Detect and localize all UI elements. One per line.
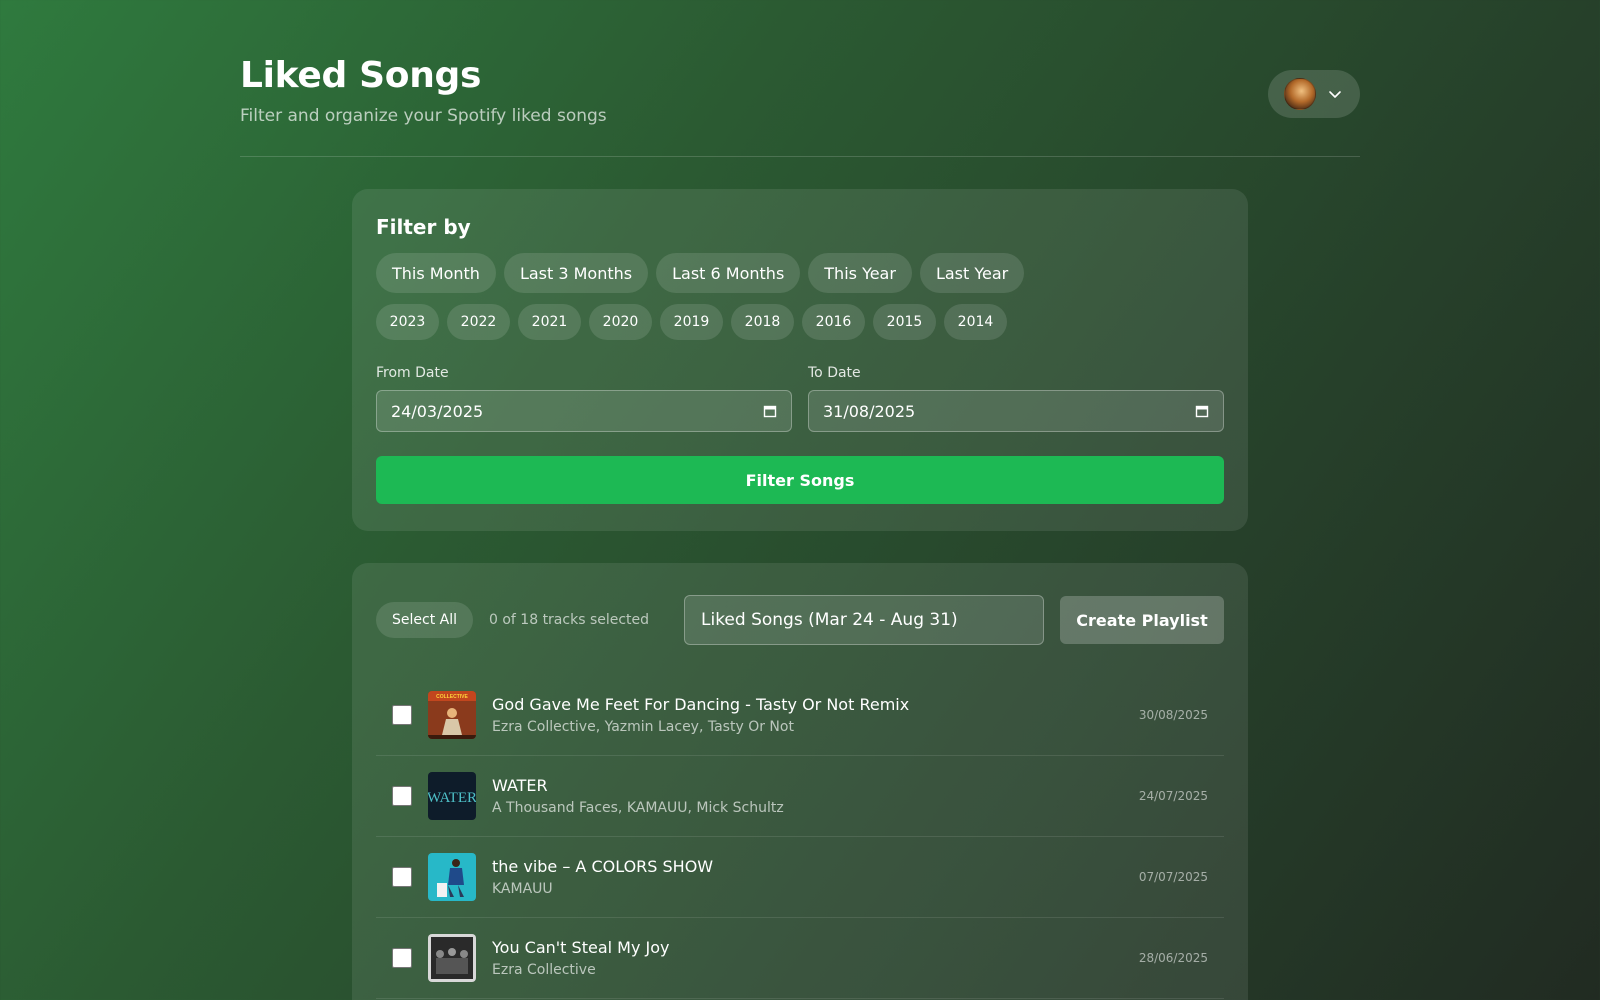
track-artist: A Thousand Faces, KAMAUU, Mick Schultz [492, 799, 784, 816]
track-info: WATER A Thousand Faces, KAMAUU, Mick Sch… [492, 775, 1139, 818]
filter-chip-last-3-months[interactable]: Last 3 Months [503, 253, 649, 293]
from-date-label: From Date [376, 365, 449, 381]
track-list: COLLECTIVE God Gave Me Feet For Dancing … [376, 675, 1224, 999]
track-name: God Gave Me Feet For Dancing - Tasty Or … [492, 694, 910, 714]
chevron-down-icon [1329, 91, 1341, 98]
track-artist: Ezra Collective [492, 961, 596, 978]
quick-filter-row: This Month Last 3 Months Last 6 Months T… [376, 253, 1224, 293]
to-date-label: To Date [808, 365, 861, 381]
calendar-icon[interactable] [1195, 404, 1209, 418]
album-art: COLLECTIVE [428, 691, 476, 739]
year-chip-2016[interactable]: 2016 [802, 304, 865, 340]
track-checkbox[interactable] [392, 867, 412, 887]
track-row[interactable]: COLLECTIVE God Gave Me Feet For Dancing … [376, 675, 1224, 756]
track-name: You Can't Steal My Joy [492, 937, 670, 957]
page-subtitle: Filter and organize your Spotify liked s… [240, 106, 607, 126]
to-date-group: To Date 31/08/2025 [808, 364, 1224, 432]
calendar-icon[interactable] [763, 404, 777, 418]
track-name: the vibe – A COLORS SHOW [492, 856, 714, 876]
track-checkbox[interactable] [392, 705, 412, 725]
track-date: 24/07/2025 [1138, 789, 1208, 803]
page-title: Liked Songs [240, 55, 482, 96]
year-chip-2014[interactable]: 2014 [944, 304, 1007, 340]
album-art [428, 853, 476, 901]
year-filter-row: 2023 2022 2021 2020 2019 2018 2016 2015 … [376, 304, 1224, 340]
year-chip-2019[interactable]: 2019 [660, 304, 723, 340]
year-chip-2023[interactable]: 2023 [376, 304, 439, 340]
track-row[interactable]: the vibe – A COLORS SHOW KAMAUU 07/07/20… [376, 837, 1224, 918]
to-date-input[interactable]: 31/08/2025 [808, 390, 1224, 432]
page-header: Liked Songs Filter and organize your Spo… [240, 52, 1360, 157]
year-chip-2020[interactable]: 2020 [589, 304, 652, 340]
from-date-input[interactable]: 24/03/2025 [376, 390, 792, 432]
create-playlist-button[interactable]: Create Playlist [1060, 596, 1224, 644]
to-date-value: 31/08/2025 [823, 401, 916, 421]
track-info: You Can't Steal My Joy Ezra Collective [492, 937, 1139, 980]
track-row[interactable]: WATER WATER A Thousand Faces, KAMAUU, Mi… [376, 756, 1224, 837]
track-checkbox[interactable] [392, 786, 412, 806]
date-range-row: From Date 24/03/2025 To Date 31/08/2025 [376, 364, 1224, 432]
year-chip-2022[interactable]: 2022 [447, 304, 510, 340]
svg-text:WATER: WATER [428, 790, 476, 806]
selected-count: 0 of 18 tracks selected [489, 612, 650, 628]
track-artist: Ezra Collective, Yazmin Lacey, Tasty Or … [492, 718, 794, 735]
year-chip-2021[interactable]: 2021 [518, 304, 581, 340]
year-chip-2018[interactable]: 2018 [731, 304, 794, 340]
track-checkbox[interactable] [392, 948, 412, 968]
track-artist: KAMAUU [492, 880, 553, 897]
album-art [428, 934, 476, 982]
track-row[interactable]: You Can't Steal My Joy Ezra Collective 2… [376, 918, 1224, 999]
tracks-toolbar: Select All 0 of 18 tracks selected Liked… [376, 595, 1224, 645]
playlist-name-input[interactable]: Liked Songs (Mar 24 - Aug 31) [684, 595, 1044, 645]
from-date-value: 24/03/2025 [391, 401, 484, 421]
filter-chip-this-year[interactable]: This Year [808, 253, 912, 293]
filter-heading: Filter by [376, 215, 471, 239]
svg-text:COLLECTIVE: COLLECTIVE [436, 694, 468, 700]
track-date: 28/06/2025 [1138, 951, 1208, 965]
year-chip-2015[interactable]: 2015 [873, 304, 936, 340]
track-date: 30/08/2025 [1138, 708, 1208, 722]
tracks-panel: Select All 0 of 18 tracks selected Liked… [352, 563, 1248, 1000]
track-info: God Gave Me Feet For Dancing - Tasty Or … [492, 694, 1139, 737]
filter-panel: Filter by This Month Last 3 Months Last … [352, 189, 1248, 531]
album-art: WATER [428, 772, 476, 820]
avatar [1284, 78, 1316, 110]
filter-chip-this-month[interactable]: This Month [376, 253, 496, 293]
filter-chip-last-6-months[interactable]: Last 6 Months [656, 253, 801, 293]
track-date: 07/07/2025 [1138, 870, 1208, 884]
user-menu-button[interactable] [1268, 70, 1360, 118]
track-name: WATER [492, 775, 548, 795]
filter-chip-last-year[interactable]: Last Year [919, 253, 1025, 293]
from-date-group: From Date 24/03/2025 [376, 364, 792, 432]
select-all-button[interactable]: Select All [376, 602, 473, 638]
track-info: the vibe – A COLORS SHOW KAMAUU [492, 856, 1139, 899]
filter-songs-button[interactable]: Filter Songs [376, 456, 1224, 504]
